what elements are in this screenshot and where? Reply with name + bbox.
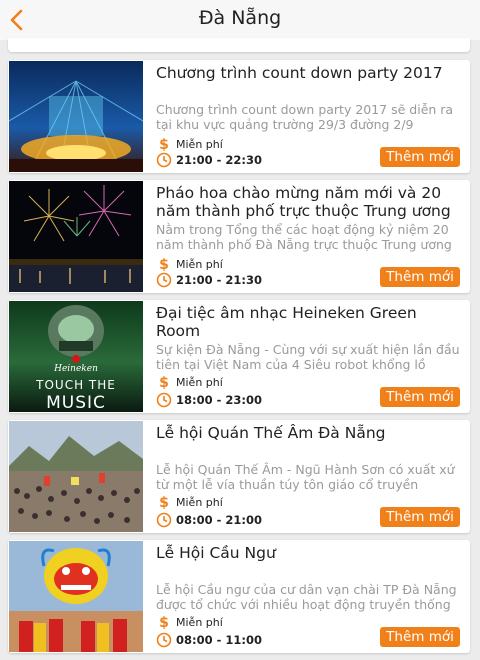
event-time: 08:00 - 21:00 [176, 513, 262, 527]
event-description: Chương trình count down party 2017 sẽ di… [156, 102, 454, 132]
add-button[interactable]: Thêm mới [380, 507, 460, 527]
event-description: Lễ hội Cầu ngư của cư dân vạn chài TP Đà… [156, 582, 457, 612]
clock-icon [156, 632, 172, 648]
event-thumbnail [9, 421, 143, 532]
event-price: Miễn phí [176, 615, 223, 629]
add-button[interactable]: Thêm mới [380, 627, 460, 647]
event-price: Miễn phí [176, 495, 223, 509]
svg-text:$: $ [159, 137, 169, 152]
price-row: $ Miễn phí [156, 136, 223, 152]
event-card[interactable]: Lễ hội Quán Thế Âm Đà Nẵng Lễ hội Quán T… [8, 420, 470, 533]
time-row: 08:00 - 21:00 [156, 512, 262, 528]
event-description: Nằm trong Tổng thể các hoạt động kỷ niệm… [156, 222, 452, 252]
price-row: $ Miễn phí [156, 374, 223, 390]
event-thumbnail: Heineken TOUCH THE MUSIC [9, 301, 143, 412]
svg-text:$: $ [159, 495, 169, 510]
time-row: 21:00 - 22:30 [156, 152, 262, 168]
add-button[interactable]: Thêm mới [380, 147, 460, 167]
svg-text:$: $ [159, 615, 169, 630]
event-title: Đại tiệc âm nhạc Heineken Green Room [156, 304, 417, 340]
add-button[interactable]: Thêm mới [380, 387, 460, 407]
event-card[interactable]: Lễ Hội Cầu Ngư Lễ hội Cầu ngư của cư dân… [8, 540, 470, 653]
previous-card-edge [8, 38, 470, 52]
event-time: 21:00 - 21:30 [176, 273, 262, 287]
price-row: $ Miễn phí [156, 494, 223, 510]
event-time: 18:00 - 23:00 [176, 393, 262, 407]
event-price: Miễn phí [176, 375, 223, 389]
dollar-icon: $ [156, 614, 172, 630]
event-time: 08:00 - 11:00 [176, 633, 262, 647]
event-description: Sự kiện Đà Nẵng - Cùng với sự xuất hiện … [156, 342, 460, 372]
dollar-icon: $ [156, 374, 172, 390]
time-row: 08:00 - 11:00 [156, 632, 262, 648]
clock-icon [156, 392, 172, 408]
app-header: Đà Nẵng [0, 0, 480, 40]
event-card[interactable]: Chương trình count down party 2017 Chươn… [8, 60, 470, 173]
price-row: $ Miễn phí [156, 256, 223, 272]
dollar-icon: $ [156, 494, 172, 510]
event-price: Miễn phí [176, 257, 223, 271]
event-card[interactable]: Pháo hoa chào mừng năm mới và 20 năm thà… [8, 180, 470, 293]
event-card[interactable]: Heineken TOUCH THE MUSIC Đại tiệc âm nhạ… [8, 300, 470, 413]
image-caption-line1: TOUCH THE [35, 378, 116, 392]
event-thumbnail [9, 541, 143, 652]
time-row: 18:00 - 23:00 [156, 392, 262, 408]
clock-icon [156, 272, 172, 288]
add-button[interactable]: Thêm mới [380, 267, 460, 287]
event-thumbnail [9, 61, 143, 172]
event-title: Lễ hội Quán Thế Âm Đà Nẵng [156, 424, 386, 442]
dollar-icon: $ [156, 136, 172, 152]
time-row: 21:00 - 21:30 [156, 272, 262, 288]
event-time: 21:00 - 22:30 [176, 153, 262, 167]
image-caption-line2: MUSIC [46, 393, 106, 412]
clock-icon [156, 512, 172, 528]
price-row: $ Miễn phí [156, 614, 223, 630]
event-thumbnail [9, 181, 143, 292]
page-title: Đà Nẵng [198, 7, 282, 29]
clock-icon [156, 152, 172, 168]
heineken-logo: Heineken [53, 364, 98, 374]
event-title: Chương trình count down party 2017 [156, 64, 443, 82]
event-description: Lễ hội Quán Thế Âm - Ngũ Hành Sơn có xuấ… [156, 462, 455, 492]
event-title: Pháo hoa chào mừng năm mới và 20 năm thà… [156, 184, 451, 220]
svg-text:$: $ [159, 257, 169, 272]
event-price: Miễn phí [176, 137, 223, 151]
dollar-icon: $ [156, 256, 172, 272]
svg-text:$: $ [159, 375, 169, 390]
event-title: Lễ Hội Cầu Ngư [156, 544, 276, 562]
